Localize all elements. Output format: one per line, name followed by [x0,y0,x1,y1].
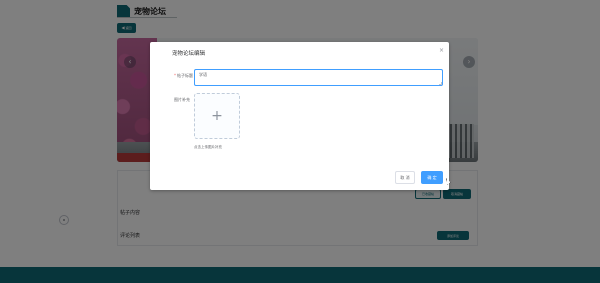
required-marker: * [174,73,176,78]
title-field-label: *帖子标题 [174,73,193,78]
image-field-label: 图片补充 [174,97,190,102]
upload-tip: 点击上传图片补充 [194,145,222,149]
edit-dialog: 宠物论坛编辑 × *帖子标题 学语 图片补充 + 点击上传图片补充 取 消 确 … [150,42,449,190]
cancel-button[interactable]: 取 消 [395,171,415,184]
close-icon[interactable]: × [439,47,444,54]
resize-handle-icon[interactable] [439,82,442,85]
plus-icon: + [211,108,223,124]
confirm-button[interactable]: 确 定 [421,171,443,184]
image-upload-area[interactable]: + [194,93,240,139]
title-textarea[interactable]: 学语 [194,69,443,86]
dialog-title: 宠物论坛编辑 [172,51,206,57]
